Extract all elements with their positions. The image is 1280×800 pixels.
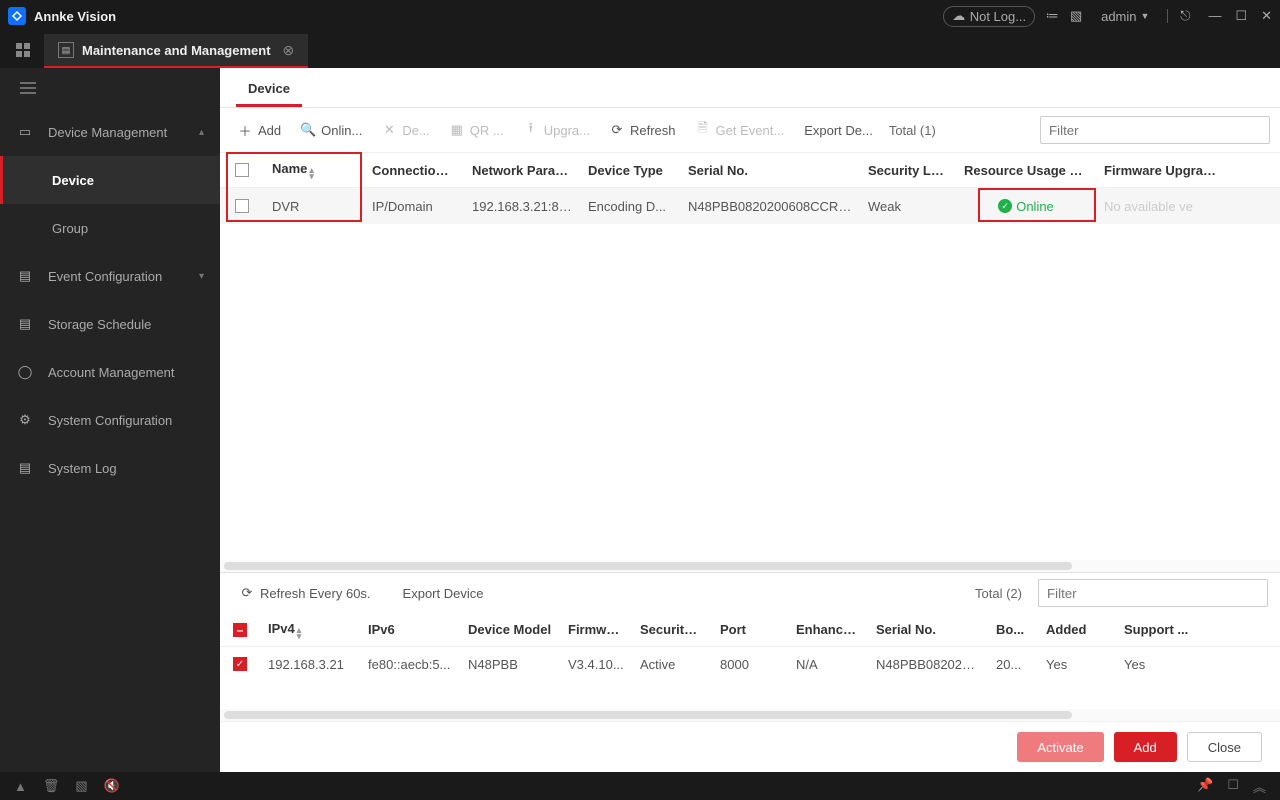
sidebar-sysconfig[interactable]: ⚙ System Configuration	[0, 396, 220, 444]
log-icon: ▤	[16, 460, 34, 476]
h-scrollbar-2[interactable]	[220, 709, 1280, 721]
filter-input[interactable]	[1040, 116, 1270, 144]
status-online: ✓Online	[964, 199, 1088, 214]
storage-icon: ▤	[16, 316, 34, 332]
close-panel-button[interactable]: Close	[1187, 732, 1262, 762]
user-menu[interactable]: admin ▼	[1093, 7, 1157, 26]
add-device-button[interactable]: Add	[1114, 732, 1177, 762]
qr-button[interactable]: ▦QR ...	[442, 119, 512, 142]
total-count: Total (1)	[889, 123, 936, 138]
tab-maintenance[interactable]: ▤ Maintenance and Management ⊗	[44, 34, 308, 68]
x-icon: ✕	[382, 123, 396, 137]
chevron-down-icon: ▼	[1141, 11, 1150, 21]
table-header: Name▴▾ Connection T... Network Param... …	[220, 152, 1280, 188]
gear-icon: ⚙	[16, 412, 34, 428]
sidebar-toggle[interactable]	[0, 68, 220, 108]
refresh-icon: ⟳	[610, 123, 624, 137]
table-row[interactable]: DVR IP/Domain 192.168.3.21:80... Encodin…	[220, 188, 1280, 224]
activate-button[interactable]: Activate	[1017, 732, 1103, 762]
cloud-icon: ☁	[952, 9, 966, 23]
panel2-row[interactable]: ✓ 192.168.3.21 fe80::aecb:5... N48PBB V3…	[220, 647, 1280, 681]
doc-icon: 🗎	[696, 123, 710, 137]
h-scrollbar[interactable]	[220, 560, 1280, 572]
minimize-button[interactable]: ―	[1208, 8, 1221, 24]
row-checkbox-checked[interactable]: ✓	[233, 657, 247, 671]
app-logo	[8, 7, 26, 25]
sidebar-device-management[interactable]: ▭ Device Management ▴	[0, 108, 220, 156]
close-button[interactable]: ✕	[1261, 8, 1272, 24]
refresh-icon: ⟳	[240, 586, 254, 600]
upgrade-button[interactable]: ⭱Upgra...	[516, 119, 598, 142]
tab-module-icon: ▤	[58, 42, 74, 58]
select-all-minus[interactable]: –	[233, 623, 247, 637]
online-button[interactable]: 🔍Onlin...	[293, 119, 370, 142]
sort-icon[interactable]: ▴▾	[297, 627, 302, 639]
events-button[interactable]: 🗎Get Event...	[688, 119, 793, 142]
chevron-up-icon: ▴	[199, 127, 204, 138]
sidebar-event-config[interactable]: ▤ Event Configuration ▾	[0, 252, 220, 300]
upload-icon: ⭱	[524, 123, 538, 137]
lock-icon[interactable]: ⎋	[1178, 9, 1192, 23]
alert-icon[interactable]: ▲	[14, 779, 27, 794]
export-button[interactable]: Export De...	[796, 119, 881, 142]
app-title: Annke Vision	[34, 9, 116, 24]
panel2-filter-input[interactable]	[1038, 579, 1268, 607]
window-icon[interactable]: ☐	[1227, 777, 1239, 796]
mute-icon[interactable]: 🔇	[104, 778, 120, 794]
chevron-down-icon: ▾	[199, 271, 204, 282]
device-mgmt-icon: ▭	[16, 124, 34, 140]
sidebar-group[interactable]: Group	[0, 204, 220, 252]
sidebar-storage[interactable]: ▤ Storage Schedule	[0, 300, 220, 348]
account-icon: ◯	[16, 364, 34, 380]
row-checkbox[interactable]	[235, 199, 249, 213]
cloud-login-button[interactable]: ☁ Not Log...	[943, 6, 1035, 27]
add-button[interactable]: ＋Add	[230, 119, 289, 142]
refresh-button[interactable]: ⟳Refresh	[602, 119, 684, 142]
apps-grid-icon[interactable]	[8, 32, 38, 68]
collapse-icon[interactable]: ︽	[1253, 777, 1266, 796]
sidebar-account[interactable]: ◯ Account Management	[0, 348, 220, 396]
list-icon[interactable]: ≔	[1045, 9, 1059, 23]
check-icon: ✓	[998, 199, 1012, 213]
select-all-checkbox[interactable]	[235, 163, 249, 177]
refresh-every-button[interactable]: ⟳Refresh Every 60s.	[232, 582, 379, 605]
sort-icon[interactable]: ▴▾	[309, 167, 314, 179]
tab-close-icon[interactable]: ⊗	[283, 42, 295, 59]
delete-button[interactable]: ✕De...	[374, 119, 437, 142]
page-tab-device[interactable]: Device	[236, 81, 302, 107]
qr-icon: ▦	[450, 123, 464, 137]
image-icon[interactable]: ▧	[1069, 9, 1083, 23]
sidebar-device[interactable]: Device	[0, 156, 220, 204]
maximize-button[interactable]: ☐	[1235, 8, 1247, 24]
event-icon: ▤	[16, 268, 34, 284]
export-device-button[interactable]: Export Device	[395, 582, 492, 605]
plus-icon: ＋	[238, 123, 252, 137]
pin-icon[interactable]: 📌	[1197, 777, 1213, 796]
search-icon: 🔍	[301, 123, 315, 137]
trash-icon[interactable]: 🗑	[43, 778, 60, 794]
panel2-header: – IPv4▴▾ IPv6 Device Model Firmwar... Se…	[220, 613, 1280, 647]
sidebar-syslog[interactable]: ▤ System Log	[0, 444, 220, 492]
panel2-total: Total (2)	[975, 586, 1022, 601]
image2-icon[interactable]: ▧	[75, 778, 87, 794]
